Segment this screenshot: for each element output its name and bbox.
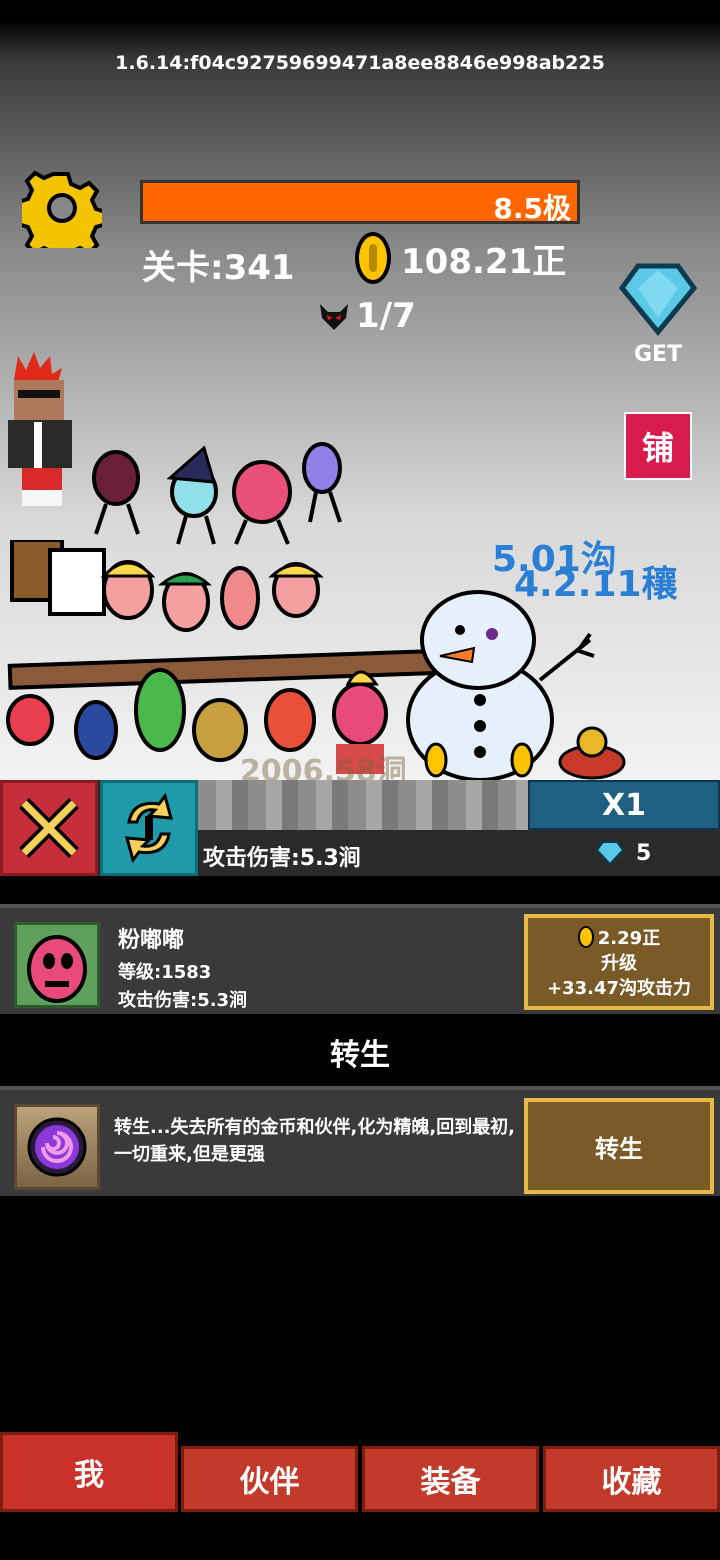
upgrade-cost-value: 2.29正 [597, 928, 661, 949]
wave-count: 1/7 [356, 296, 416, 336]
tab-collection[interactable]: 收藏 [543, 1446, 720, 1512]
get-gems-label: GET [633, 342, 683, 367]
upgrade-button[interactable]: 2.29正 升级 +33.47沟攻击力 [524, 914, 714, 1010]
crossed-swords-icon [19, 798, 79, 858]
boss-hp-text: 8.5极 [493, 192, 571, 225]
coin-amount: 108.21正 [401, 241, 567, 282]
crossed-swords-skill-button[interactable] [0, 780, 98, 876]
hero-upgrade-row: 粉嘟嘟 等级:1583 攻击伤害:5.3涧 2.29正 升级 +33.47沟攻击… [0, 904, 720, 1014]
rebirth-section-title: 转生 [330, 1038, 390, 1073]
ghost-damage-text: 2006.58洞 [240, 754, 407, 780]
speed-skill-button[interactable] [100, 780, 198, 876]
tab-partners[interactable]: 伙伴 [181, 1446, 358, 1512]
speed-multiplier-button[interactable]: X1 [528, 780, 720, 830]
rebirth-portal [14, 1104, 100, 1190]
diamond-icon [618, 263, 698, 336]
settings-gear-icon[interactable] [22, 168, 102, 248]
ground-strip [198, 780, 528, 830]
stage-counter: 关卡:341 [142, 248, 295, 288]
hero-level: 等级:1583 [118, 962, 212, 983]
hero-portrait [14, 922, 100, 1008]
shop-button[interactable]: 铺 [624, 412, 692, 480]
upgrade-bonus: +33.47沟攻击力 [546, 978, 692, 999]
rebirth-row: 转生...失去所有的金币和伙伴,化为精魄,回到最初,一切重来,但是更强 转生 [0, 1086, 720, 1196]
battle-scene: 1.6.14:f04c92759699471a8ee8846e998ab225 … [0, 0, 720, 780]
tab-equipment[interactable]: 装备 [362, 1446, 539, 1512]
get-gems-button[interactable]: GET [616, 262, 700, 370]
version-text: 1.6.14:f04c92759699471a8ee8846e998ab225 [115, 52, 605, 74]
rebirth-description: 转生...失去所有的金币和伙伴,化为精魄,回到最初,一切重来,但是更强 [114, 1117, 516, 1165]
gem-count-value: 5 [636, 840, 652, 866]
control-bar: X1 攻击伤害:5.3涧 5 [0, 780, 720, 876]
upgrade-label: 升级 [601, 953, 637, 974]
rebirth-button[interactable]: 转生 [524, 1098, 714, 1194]
hero-name: 粉嘟嘟 [118, 928, 185, 953]
gem-count: 5 [596, 840, 651, 866]
devil-icon [320, 304, 348, 330]
boss-hp-bar: 8.5极 [140, 180, 580, 225]
tab-me[interactable]: 我 [0, 1432, 178, 1512]
wave-counter: 1/7 [318, 296, 416, 336]
poop-monster-sprite [558, 726, 626, 780]
flying-allies-sprite [92, 442, 342, 545]
attack-damage-label: 攻击伤害:5.3涧 [203, 846, 361, 871]
refresh-arrows-icon [124, 792, 174, 864]
hero-attack: 攻击伤害:5.3涧 [118, 990, 248, 1011]
spiral-portal-icon [27, 1117, 87, 1177]
coin-icon [577, 926, 594, 948]
pink-blob-avatar-icon [27, 935, 87, 1003]
coin-icon [355, 232, 391, 284]
coin-balance: 108.21正 [355, 232, 566, 284]
small-diamond-icon [596, 841, 624, 866]
upgrade-cost: 2.29正 [528, 926, 710, 951]
